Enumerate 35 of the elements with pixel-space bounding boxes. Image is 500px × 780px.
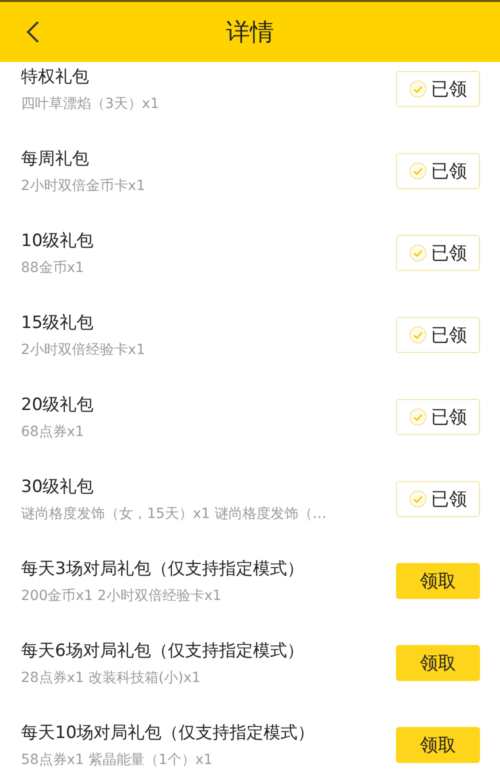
check-circle-icon: [409, 326, 427, 344]
gift-rewards: 谜尚格度发饰（女，15天）x1 谜尚格度发饰（…: [21, 505, 326, 524]
claimed-button[interactable]: 已领: [396, 153, 480, 189]
claimed-button[interactable]: 已领: [396, 481, 480, 517]
check-circle-icon: [409, 162, 427, 180]
page-title: 详情: [226, 17, 274, 48]
gift-title: 20级礼包: [21, 394, 94, 417]
back-icon: [26, 20, 40, 44]
claimed-button[interactable]: 已领: [396, 317, 480, 353]
gift-title: 每天10场对局礼包（仅支持指定模式）: [21, 722, 315, 745]
claim-button[interactable]: 领取: [396, 645, 480, 681]
gift-title: 每天3场对局礼包（仅支持指定模式）: [21, 558, 304, 581]
gift-rewards: 四叶草漂焰（3天）x1: [21, 95, 160, 114]
gift-title: 10级礼包: [21, 230, 94, 253]
claimed-button[interactable]: 已领: [396, 235, 480, 271]
claim-button[interactable]: 领取: [396, 563, 480, 599]
gift-rewards: 88金币x1: [21, 259, 86, 278]
gift-rewards: 200金币x1 2小时双倍经验卡x1: [21, 587, 222, 606]
check-circle-icon: [409, 490, 427, 508]
gift-rewards: 2小时双倍金币卡x1: [21, 177, 146, 196]
check-circle-icon: [409, 80, 427, 98]
check-circle-icon: [409, 408, 427, 426]
claim-button[interactable]: 领取: [396, 727, 480, 763]
gift-rewards: 68点券x1: [21, 423, 86, 442]
gift-title: 30级礼包: [21, 476, 95, 499]
gift-title: 特权礼包: [21, 66, 90, 89]
gift-title: 每周礼包: [21, 148, 90, 171]
claimed-button[interactable]: 已领: [396, 399, 480, 435]
claimed-button[interactable]: 已领: [396, 71, 480, 107]
check-circle-icon: [409, 244, 427, 262]
gift-rewards: 58点券x1 紫晶能量（1个）x1: [21, 751, 214, 770]
gift-rewards: 28点券x1 改装科技箱(小)x1: [21, 669, 202, 688]
gift-rewards: 2小时双倍经验卡x1: [21, 341, 146, 360]
gift-title: 15级礼包: [21, 312, 95, 335]
gift-title: 每天6场对局礼包（仅支持指定模式）: [21, 640, 304, 663]
